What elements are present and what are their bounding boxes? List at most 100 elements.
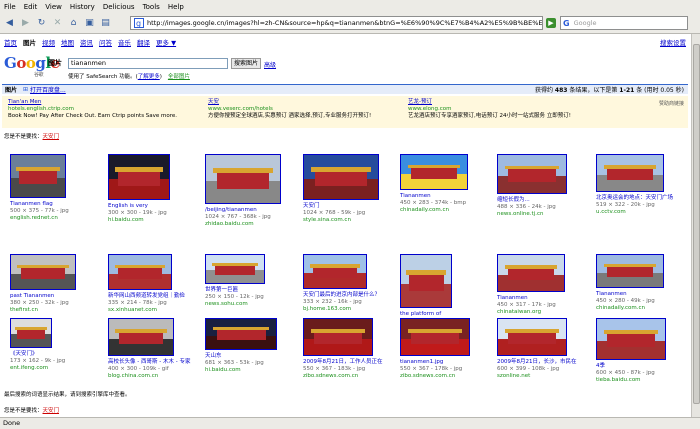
image-source: chinadaily.com.cn	[400, 207, 450, 213]
gbar-qa[interactable]: 问答	[99, 37, 112, 47]
image-source: tieba.baidu.com	[596, 377, 641, 383]
image-title[interactable]: Tiananmen flag	[10, 201, 69, 208]
gbar-music[interactable]: 音乐	[118, 37, 131, 47]
image-title[interactable]: English is very	[108, 203, 167, 210]
image-thumbnail[interactable]	[205, 154, 281, 204]
image-thumbnail[interactable]	[400, 318, 470, 356]
gbar-translate[interactable]: 翻译	[137, 37, 150, 47]
image-thumbnail[interactable]	[400, 254, 452, 308]
image-title[interactable]: tiananmen1.jpg	[400, 359, 462, 366]
image-thumbnail[interactable]	[596, 318, 666, 360]
image-title[interactable]: Tiananmen	[497, 295, 556, 302]
ad-item[interactable]: 艺龙-预订 www.elong.com 艺龙酒店预订专享酒家预订,电话预订 24…	[408, 99, 618, 120]
search-input[interactable]: tiananmen	[68, 58, 228, 69]
image-title[interactable]: 2009年8月21日，工作人员正在	[303, 359, 383, 366]
image-source: szonline.net	[497, 373, 531, 379]
stats-count: 483	[554, 87, 568, 94]
forward-arrow-icon[interactable]: ▶	[19, 17, 32, 30]
image-title[interactable]: 天安门	[303, 203, 365, 210]
image-thumbnail[interactable]	[400, 154, 468, 190]
related-link[interactable]: 天安门	[43, 134, 60, 140]
reload-icon[interactable]: ↻	[35, 17, 48, 30]
footer-related-search: 您是不是要找：天安门	[4, 406, 59, 414]
image-thumbnail[interactable]	[10, 154, 66, 198]
all-images-link[interactable]: 全部图片	[168, 74, 190, 80]
learn-more-link[interactable]: 了解更多	[138, 74, 160, 80]
image-title[interactable]: 新华网山西频道转发党组｜勤俭	[108, 293, 185, 300]
tag-icon[interactable]: ▤	[99, 17, 112, 30]
image-thumbnail[interactable]	[303, 318, 373, 356]
gbar-video[interactable]: 视频	[42, 37, 55, 47]
google-search-icon: G	[563, 18, 570, 28]
advanced-search-link[interactable]: 高级	[264, 60, 276, 69]
image-title[interactable]: 高校长头像 - 西哥斯 - 木木 - 专家	[108, 359, 190, 366]
menu-file[interactable]: File	[4, 3, 16, 11]
image-title[interactable]: 北京奥运会的地点：天安门广场	[596, 195, 673, 202]
image-title[interactable]: Tiananmen	[596, 291, 655, 298]
back-arrow-icon[interactable]: ◀	[3, 17, 16, 30]
ad-item[interactable]: Tian'an Men hotels.english.ctrip.com Boo…	[8, 99, 198, 120]
ad-title[interactable]: Tian'an Men	[8, 99, 198, 106]
image-thumbnail[interactable]	[108, 154, 170, 200]
search-settings-link[interactable]: 搜索设置	[660, 37, 686, 47]
search-images-button[interactable]: 搜索图片	[231, 58, 261, 69]
search-engine-box[interactable]: G Google	[560, 16, 688, 30]
ad-url: www.elong.com	[408, 106, 452, 112]
home-icon[interactable]: ⌂	[67, 17, 80, 30]
menu-history[interactable]: History	[70, 3, 95, 11]
image-thumbnail[interactable]	[108, 318, 174, 356]
image-meta: 250 × 150 - 12k - jpg	[205, 294, 264, 300]
image-thumbnail[interactable]	[303, 154, 379, 200]
image-thumbnail[interactable]	[10, 254, 76, 290]
ad-item[interactable]: 天安 www.veserc.com/hotels 方便你搜预定全球酒店,实惠预订…	[208, 99, 398, 120]
gbar-news[interactable]: 资讯	[80, 37, 93, 47]
image-thumbnail[interactable]	[497, 254, 565, 292]
gbar-home[interactable]: 首页	[4, 37, 17, 47]
stop-icon[interactable]: ✕	[51, 17, 64, 30]
menu-delicious[interactable]: Delicious	[103, 3, 135, 11]
image-thumbnail[interactable]	[205, 254, 265, 284]
vertical-scrollbar[interactable]	[691, 34, 700, 417]
menu-view[interactable]: View	[45, 3, 62, 11]
safesearch-notice: 使用了 SafeSearch 功能。(了解更多) 全部图片	[68, 72, 190, 80]
image-thumbnail[interactable]	[108, 254, 172, 290]
image-source: bj.home.163.com	[303, 306, 352, 312]
results-label: 图片	[5, 87, 18, 94]
results-bar: 图片 ⊞ 打开百度盘... 获得约 483 条结果，以下是第 1-21 条 (用…	[2, 84, 688, 94]
footer-related-link[interactable]: 天安门	[43, 408, 60, 414]
image-thumbnail[interactable]	[497, 318, 567, 356]
gbar-more[interactable]: 更多 ▼	[156, 37, 176, 47]
menu-tools[interactable]: Tools	[143, 3, 160, 11]
image-thumbnail[interactable]	[497, 154, 567, 194]
image-title[interactable]: 世界第一巨匾	[205, 287, 264, 294]
image-title[interactable]: 2009年8月21日，长沙，市民在	[497, 359, 577, 366]
image-title[interactable]: 4季	[596, 363, 655, 370]
scrollbar-thumb[interactable]	[693, 44, 700, 404]
plus-icon: ⊞	[23, 86, 29, 93]
image-caption: Tiananmen 450 × 317 - 17k - jpg chinataiwa…	[497, 295, 556, 316]
image-title[interactable]: 缩短长假为...	[497, 197, 556, 204]
image-thumbnail[interactable]	[205, 318, 277, 350]
gbar-maps[interactable]: 地图	[61, 37, 74, 47]
image-caption: tiananmen1.jpg 550 × 367 - 178k - jpg zibo…	[400, 359, 462, 380]
ad-title[interactable]: 艺龙-预订	[408, 99, 618, 106]
bookmark-icon[interactable]: ▣	[83, 17, 96, 30]
image-title[interactable]: /beijing/tiananmen	[205, 207, 271, 214]
image-thumbnail[interactable]	[10, 318, 52, 348]
menu-edit[interactable]: Edit	[24, 3, 38, 11]
open-link[interactable]: 打开百度盘...	[30, 85, 66, 94]
go-arrow-icon[interactable]: ▶	[546, 18, 556, 28]
image-thumbnail[interactable]	[596, 254, 664, 288]
image-title[interactable]: 天山东	[205, 353, 264, 360]
image-title[interactable]: the platform of	[400, 311, 459, 318]
menu-help[interactable]: Help	[168, 3, 184, 11]
image-title[interactable]: Tiananmen	[400, 193, 466, 200]
image-thumbnail[interactable]	[303, 254, 367, 289]
image-title[interactable]: past Tiananmen	[10, 293, 69, 300]
image-thumbnail[interactable]	[596, 154, 664, 192]
image-title[interactable]: 天安门最后的进京内部是什么？	[303, 292, 380, 299]
ad-title[interactable]: 天安	[208, 99, 398, 106]
image-title[interactable]: 《天安门》	[10, 351, 65, 358]
image-source: thefirst.cn	[10, 307, 39, 313]
url-bar[interactable]: g http://images.google.cn/images?hl=zh-C…	[130, 16, 543, 30]
